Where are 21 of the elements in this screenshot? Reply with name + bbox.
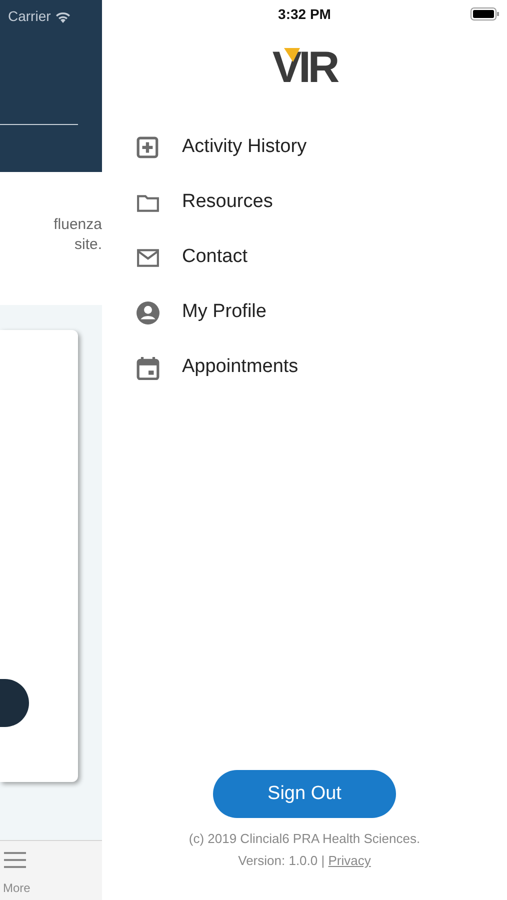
logo: VIR — [272, 46, 337, 90]
copyright-text: (c) 2019 Clincial6 PRA Health Sciences. — [188, 830, 422, 848]
action-button[interactable] — [0, 679, 29, 727]
menu-item[interactable]: Resources — [182, 188, 273, 217]
plus-box-icon — [136, 136, 160, 160]
sign-out-button[interactable]: Sign Out — [213, 770, 396, 818]
menu-item[interactable]: My Profile — [182, 298, 266, 327]
status-time: 3:32 PM — [278, 4, 331, 24]
menu-item[interactable]: Contact — [182, 243, 248, 272]
body-text: fluenza — [52, 215, 102, 235]
carrier-label: Carrier — [8, 7, 51, 26]
privacy-link[interactable]: Privacy — [328, 853, 371, 868]
calendar-icon — [136, 356, 160, 380]
battery-icon — [470, 7, 500, 21]
wifi-icon — [54, 10, 71, 22]
body-text: site. — [73, 235, 102, 255]
version-text: Version: 1.0.0 | — [238, 853, 325, 868]
menu-icon[interactable] — [3, 851, 27, 869]
menu-item[interactable]: Activity History — [182, 133, 307, 162]
profile-icon — [136, 300, 160, 324]
menu-item[interactable]: Appointments — [182, 353, 298, 382]
